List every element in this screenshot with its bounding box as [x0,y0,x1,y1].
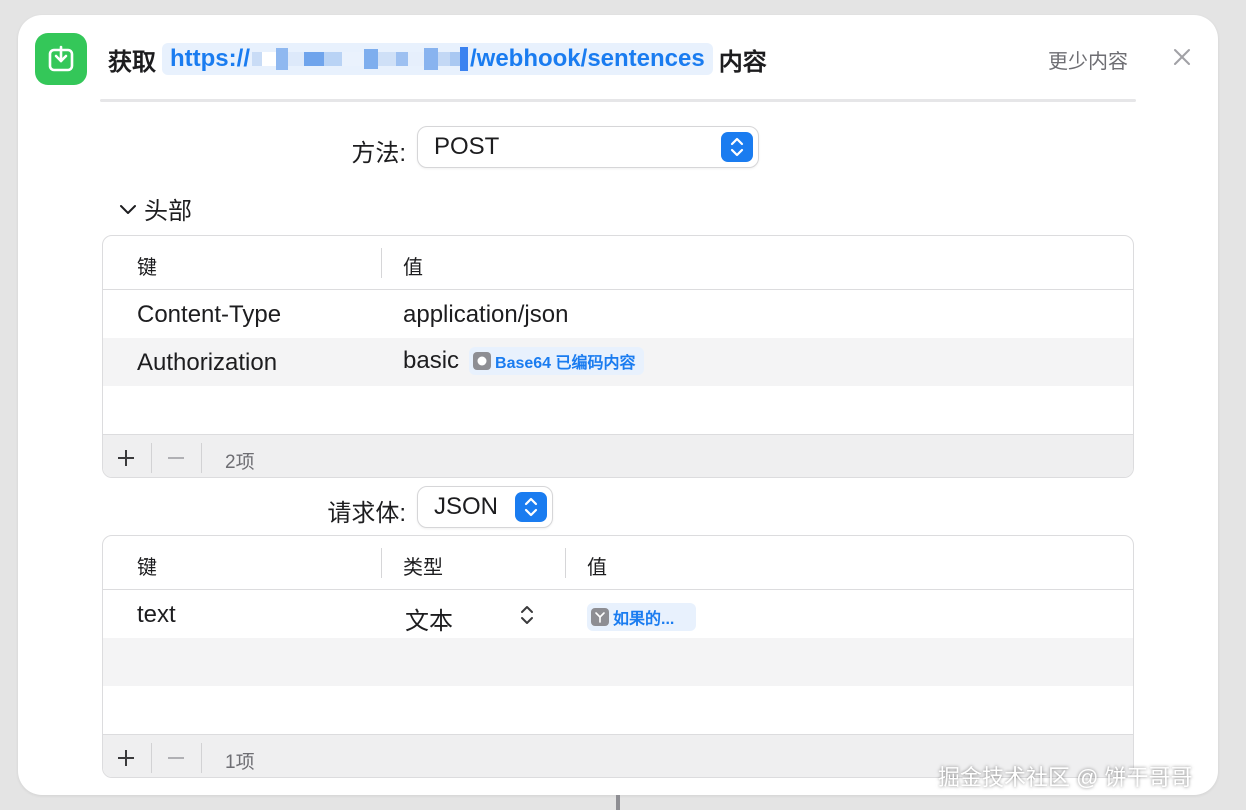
footer-divider [201,743,202,773]
headers-table-header: 键 值 [103,236,1133,290]
column-header-type: 类型 [403,557,443,579]
table-row[interactable]: Authorization basic Base64 已编码内容 [103,338,1133,386]
variable-icon [473,352,492,370]
token-label: Base64 已编码内容 [495,355,636,372]
variable-icon [591,607,609,626]
header-value[interactable]: application/json [403,301,568,329]
column-divider [565,548,566,578]
headers-table-footer: 2项 [103,434,1133,477]
header-divider [100,99,1136,102]
footer-divider [151,743,152,773]
footer-divider [151,443,152,473]
item-count: 1项 [225,752,255,773]
table-row-empty[interactable] [103,386,1133,434]
url-path: /webhook/sentences [469,45,705,72]
body-table: 键 类型 值 text 文本 如果的... 1项 [102,535,1134,778]
base64-variable-token[interactable]: Base64 已编码内容 [469,347,644,375]
headers-table: 键 值 Content-Type application/json Author… [102,235,1134,478]
body-value[interactable]: 如果的... [587,602,697,631]
table-row[interactable]: Content-Type application/json [103,290,1133,338]
body-type-select[interactable]: JSON [417,486,553,528]
header-key[interactable]: Content-Type [137,301,281,329]
table-row-empty[interactable] [103,638,1133,686]
remove-row-button[interactable] [161,745,191,771]
column-header-key: 键 [137,557,157,579]
up-down-chevron-icon [730,137,744,157]
remove-row-button[interactable] [161,445,191,471]
minus-icon [168,457,184,459]
method-value: POST [434,133,500,160]
footer-divider [201,443,202,473]
header-key[interactable]: Authorization [137,349,277,377]
type-stepper[interactable] [519,603,535,634]
headers-section-toggle[interactable]: 头部 [118,191,192,226]
method-select[interactable]: POST [417,126,759,168]
column-header-value: 值 [403,257,423,279]
add-row-button[interactable] [111,745,141,771]
body-type-stepper[interactable] [515,492,547,522]
body-type[interactable]: 文本 [405,601,453,636]
content-word: 内容 [718,48,767,76]
body-table-header: 键 类型 值 [103,536,1133,590]
body-key[interactable]: text [137,601,176,629]
watermark: 掘金技术社区 @ 饼干哥哥 [938,765,1193,790]
table-row-empty[interactable] [103,686,1133,734]
token-label: 如果的... [613,610,675,628]
minus-icon [168,757,184,759]
redacted-host [251,45,468,73]
action-verb: 获取 [108,48,156,76]
plus-icon [118,750,134,766]
url-token[interactable]: https:// /webhook/sentences [162,43,713,75]
up-down-chevron-icon [521,606,533,624]
up-down-chevron-icon [524,497,538,517]
close-icon [1174,49,1190,65]
body-type-value: JSON [434,493,499,520]
action-card: 获取 https:// /webhook/sentences 内容 更少内容 方… [18,15,1218,795]
get-contents-app-icon [35,33,87,85]
add-row-button[interactable] [111,445,141,471]
column-header-value: 值 [587,557,607,579]
if-result-variable-token[interactable]: 如果的... [587,602,697,631]
table-row[interactable]: text 文本 如果的... [103,590,1133,638]
close-button[interactable] [1170,45,1194,69]
action-title: 获取 https:// /webhook/sentences 内容 [108,41,767,77]
action-connector [616,795,620,810]
body-label: 请求体: [327,500,406,527]
column-divider [381,548,382,578]
chevron-down-icon [120,204,136,214]
column-header-key: 键 [137,257,157,279]
method-label: 方法: [351,140,406,167]
show-less-button[interactable]: 更少内容 [1048,45,1128,74]
headers-section-title: 头部 [144,198,192,225]
download-icon [48,45,74,72]
column-divider [381,248,382,278]
header-value-composite[interactable]: basic Base64 已编码内容 [403,347,644,375]
header-value: basic [403,347,460,374]
method-stepper[interactable] [721,132,753,162]
item-count: 2项 [225,452,255,473]
url-prefix: https:// [170,45,250,72]
plus-icon [118,450,134,466]
